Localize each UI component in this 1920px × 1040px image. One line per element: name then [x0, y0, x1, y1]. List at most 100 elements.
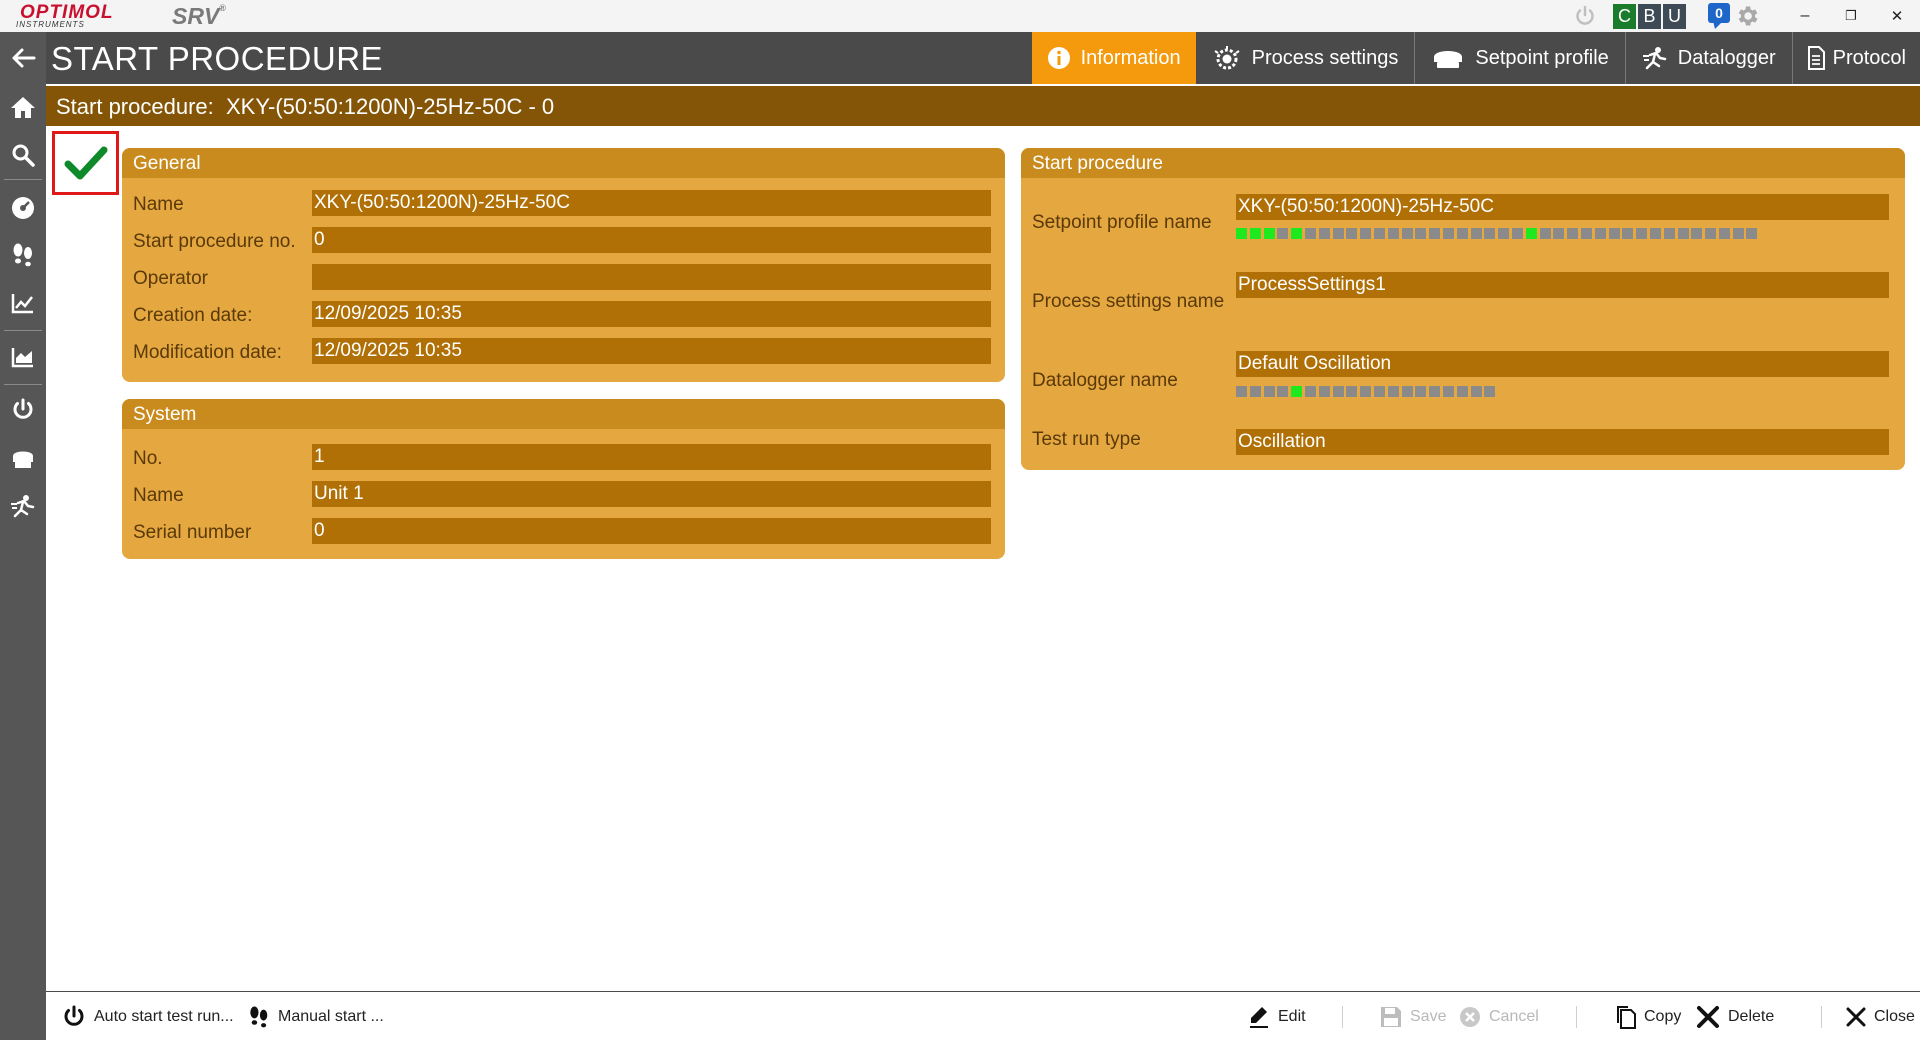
checkmark-icon [64, 146, 107, 180]
power-icon[interactable] [1573, 4, 1597, 28]
general-name-label: Name [133, 194, 184, 215]
progress-segment [1484, 386, 1496, 397]
tab-setpoint-profile[interactable]: Setpoint profile [1414, 32, 1624, 84]
status-b-badge[interactable]: B [1638, 3, 1661, 29]
progress-segment [1429, 386, 1441, 397]
optimol-logo: OPTIMOL INSTRUMENTS [14, 2, 154, 30]
setpoint-profile-button[interactable] [0, 438, 46, 478]
home-button[interactable] [0, 87, 46, 127]
progress-segment [1718, 228, 1730, 239]
process-settings-field[interactable]: ProcessSettings1 [1236, 272, 1889, 298]
progress-segment [1249, 386, 1261, 397]
title-bar: OPTIMOL INSTRUMENTS SRV® C B U 0 – ❐ ✕ [0, 0, 1920, 32]
tab-protocol-label: Protocol [1832, 46, 1906, 69]
auto-start-label: Auto start test run... [94, 1007, 234, 1025]
progress-segment [1304, 386, 1316, 397]
general-modification-date-field[interactable]: 12/09/2025 10:35 [312, 338, 991, 364]
progress-segment [1332, 228, 1344, 239]
progress-segment [1263, 228, 1275, 239]
general-name-field[interactable]: XKY-(50:50:1200N)-25Hz-50C [312, 190, 991, 216]
system-no-field[interactable]: 1 [312, 444, 991, 470]
manual-mode-button[interactable] [0, 235, 46, 275]
breadcrumb-label: Start procedure: [56, 94, 214, 119]
general-name-row: Name XKY-(50:50:1200N)-25Hz-50C [122, 190, 1005, 220]
protocol-icon [1807, 46, 1825, 70]
progress-segment [1553, 228, 1565, 239]
progress-segment [1401, 386, 1413, 397]
progress-segment [1511, 228, 1523, 239]
srv-logo-text: SRV [172, 3, 220, 29]
general-creation-date-label: Creation date: [133, 305, 253, 326]
tab-setpoint-profile-label: Setpoint profile [1475, 46, 1609, 69]
breadcrumb-value: XKY-(50:50:1200N)-25Hz-50C - 0 [225, 94, 555, 119]
tab-process-settings[interactable]: Process settings [1196, 32, 1415, 84]
status-u-badge[interactable]: U [1663, 3, 1686, 29]
back-button[interactable] [0, 38, 46, 78]
datalogger-icon [1642, 46, 1668, 70]
progress-segment [1608, 228, 1620, 239]
delete-button[interactable]: Delete [1696, 992, 1774, 1040]
datalogger-field[interactable]: Default Oscillation [1236, 351, 1889, 377]
progress-segment [1318, 228, 1330, 239]
close-button[interactable]: Close [1846, 992, 1915, 1040]
general-procedure-no-field[interactable]: 0 [312, 227, 991, 253]
progress-segment [1580, 228, 1592, 239]
progress-segment [1470, 228, 1482, 239]
setpoint-profile-field[interactable]: XKY-(50:50:1200N)-25Hz-50C [1236, 194, 1889, 220]
srv-logo: SRV® [172, 3, 226, 30]
tab-information[interactable]: Information [1031, 32, 1196, 84]
progress-segment [1346, 386, 1358, 397]
progress-segment [1746, 228, 1758, 239]
tab-protocol[interactable]: Protocol [1791, 32, 1920, 84]
start-procedure-button[interactable] [0, 390, 46, 430]
system-serial-field[interactable]: 0 [312, 518, 991, 544]
tab-information-label: Information [1080, 46, 1181, 69]
page-header: START PROCEDURE Information Process sett… [46, 32, 1920, 84]
progress-segment [1291, 228, 1303, 239]
datalogger-button[interactable] [0, 486, 46, 526]
analysis-button[interactable] [0, 337, 46, 377]
progress-segment [1387, 386, 1399, 397]
search-button[interactable] [0, 135, 46, 175]
save-button[interactable]: Save [1380, 992, 1446, 1040]
system-name-row: Name Unit 1 [122, 481, 1005, 511]
progress-segment [1263, 386, 1275, 397]
gear-icon[interactable] [1734, 3, 1760, 29]
general-operator-label: Operator [133, 268, 208, 289]
progress-segment [1732, 228, 1744, 239]
progress-segment [1691, 228, 1703, 239]
system-panel: System No. 1 Name Unit 1 Serial number 0 [122, 399, 1005, 559]
trends-button[interactable] [0, 283, 46, 323]
progress-segment [1236, 228, 1247, 239]
general-panel-title: General [122, 148, 1005, 178]
test-run-type-label: Test run type [1032, 429, 1141, 450]
system-name-field[interactable]: Unit 1 [312, 481, 991, 507]
progress-segment [1346, 228, 1358, 239]
auto-start-button[interactable]: Auto start test run... [62, 992, 234, 1040]
validation-status[interactable] [52, 131, 119, 195]
restore-button[interactable]: ❐ [1828, 0, 1874, 32]
close-icon [1846, 1007, 1866, 1027]
general-procedure-no-row: Start procedure no. 0 [122, 227, 1005, 257]
datalogger-icon [11, 495, 35, 518]
progress-segment [1277, 386, 1289, 397]
notification-icon[interactable]: 0 [1708, 3, 1734, 29]
cancel-button[interactable]: Cancel [1459, 992, 1539, 1040]
minimize-button[interactable]: – [1782, 0, 1828, 32]
progress-segment [1429, 228, 1441, 239]
test-run-type-field[interactable]: Oscillation [1236, 429, 1889, 455]
footer-toolbar: Auto start test run... Manual start ... … [46, 991, 1920, 1040]
copy-button[interactable]: Copy [1614, 992, 1681, 1040]
manual-start-button[interactable]: Manual start ... [248, 992, 384, 1040]
status-c-badge[interactable]: C [1613, 3, 1636, 29]
tab-datalogger[interactable]: Datalogger [1624, 32, 1792, 84]
progress-segment [1649, 228, 1661, 239]
general-operator-field[interactable] [312, 264, 991, 290]
edit-button[interactable]: Edit [1248, 992, 1306, 1040]
close-window-button[interactable]: ✕ [1874, 0, 1920, 32]
general-creation-date-row: Creation date: 12/09/2025 10:35 [122, 301, 1005, 331]
dashboard-button[interactable] [0, 188, 46, 228]
general-procedure-no-label: Start procedure no. [133, 231, 296, 252]
progress-segment [1304, 228, 1316, 239]
general-creation-date-field[interactable]: 12/09/2025 10:35 [312, 301, 991, 327]
